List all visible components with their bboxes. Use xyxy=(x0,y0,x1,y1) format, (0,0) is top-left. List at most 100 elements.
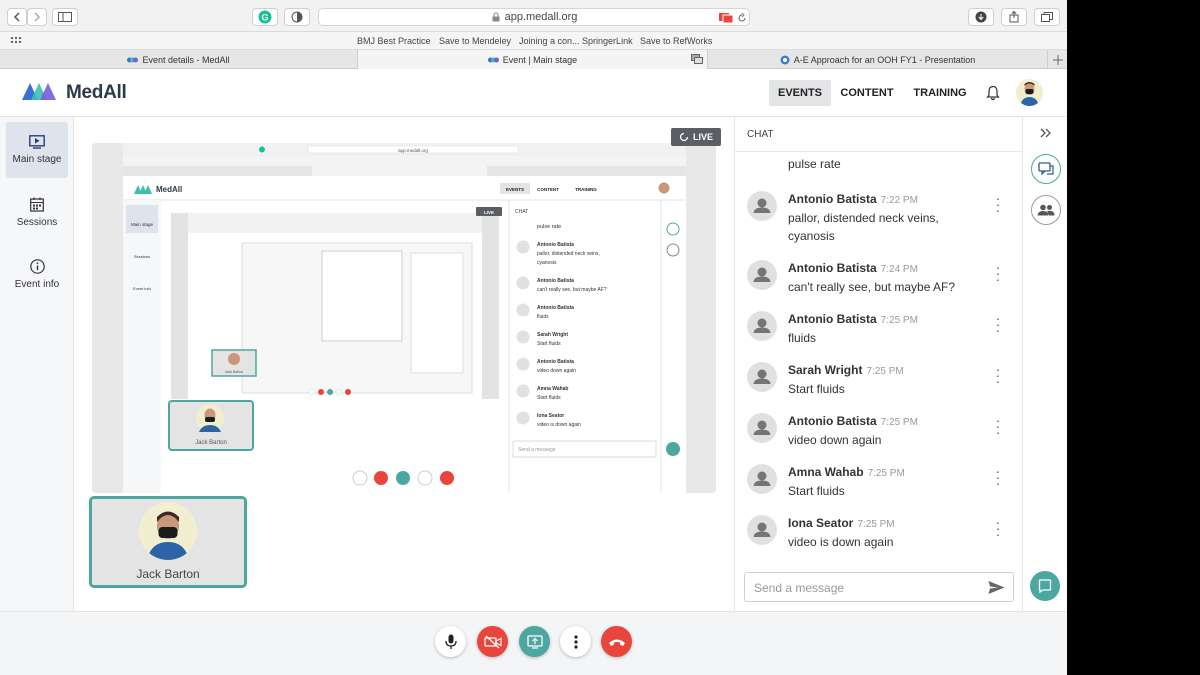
tabs-overview-button[interactable] xyxy=(1034,8,1060,26)
tab-label: Event | Main stage xyxy=(502,54,578,65)
chat-message: Iona Seator 7:25 PM video is down again ·… xyxy=(735,515,1022,567)
reload-icon[interactable] xyxy=(737,13,747,23)
user-photo-icon xyxy=(1020,82,1039,106)
forward-button[interactable] xyxy=(27,8,47,26)
svg-text:Start fluids: Start fluids xyxy=(537,395,561,401)
more-options-icon[interactable]: · · · xyxy=(993,413,1003,439)
live-badge: LIVE xyxy=(671,128,721,146)
tab-event-details[interactable]: Event details - MedAll xyxy=(0,50,358,69)
nested-live: LIVE xyxy=(484,210,494,215)
message-time: 7:22 PM xyxy=(880,195,918,206)
svg-text:pallor, distended neck veins,: pallor, distended neck veins, xyxy=(537,251,600,257)
hang-up-button[interactable] xyxy=(601,626,632,657)
svg-text:cyanosis: cyanosis xyxy=(537,260,557,266)
author-name: Amna Wahab xyxy=(788,465,864,479)
nested-chat-title: CHAT xyxy=(515,209,528,215)
presentation-favicon-icon xyxy=(780,55,790,64)
microphone-button[interactable] xyxy=(435,626,466,657)
download-icon xyxy=(975,11,987,23)
double-chevron-right-icon[interactable] xyxy=(1040,128,1052,138)
downloads-button[interactable] xyxy=(968,8,994,26)
medall-favicon-icon xyxy=(487,57,499,62)
nav-training[interactable]: TRAINING xyxy=(907,80,973,106)
grammarly-button[interactable]: G xyxy=(252,8,278,26)
screen: G app.medall.org BMJ Best Practice Save … xyxy=(0,0,1067,675)
message-time: 7:25 PM xyxy=(866,366,904,377)
chat-message: Sarah Wright 7:25 PM Start fluids · · · xyxy=(735,362,1022,414)
more-options-icon[interactable]: · · · xyxy=(993,311,1003,337)
favorite-link[interactable]: Save to RefWorks xyxy=(640,36,712,46)
screen-share-indicator-icon xyxy=(719,13,733,23)
message-time: 7:25 PM xyxy=(880,315,918,326)
chat-message-author: Antonio Batista 7:22 PM xyxy=(788,192,918,206)
participant-photo-icon xyxy=(147,511,189,560)
nested-participant: Jack Barton xyxy=(195,440,227,446)
url-text: app.medall.org xyxy=(504,11,578,23)
address-bar[interactable]: app.medall.org xyxy=(318,8,750,26)
nav-events[interactable]: EVENTS xyxy=(769,80,831,106)
sidebar-toggle-button[interactable] xyxy=(52,8,78,26)
person-icon xyxy=(747,464,777,494)
nested-side-sessions: Sessions xyxy=(134,254,150,259)
nested-partial: pulse rate xyxy=(537,224,561,230)
author-name: Iona Seator xyxy=(788,516,854,530)
participant-tile[interactable]: Jack Barton xyxy=(89,496,247,588)
user-avatar[interactable] xyxy=(1016,79,1043,106)
more-options-icon[interactable]: · · · xyxy=(993,191,1003,217)
medall-logo-text[interactable]: MedAll xyxy=(66,82,127,104)
chevron-left-icon xyxy=(13,12,20,22)
sidebar-item-main-stage[interactable]: Main stage xyxy=(6,122,68,178)
nested-nav-content: CONTENT xyxy=(537,187,559,192)
chat-message-author: Antonio Batista 7:24 PM xyxy=(788,261,918,275)
tabs-icon xyxy=(1041,12,1053,22)
share-screen-button[interactable] xyxy=(519,626,550,657)
more-options-icon[interactable]: · · · xyxy=(993,260,1003,286)
screen-share-icon xyxy=(526,634,543,649)
lock-icon xyxy=(492,12,500,22)
more-options-icon[interactable]: · · · xyxy=(993,464,1003,490)
chat-message-input[interactable]: Send a message xyxy=(744,572,1014,602)
support-chat-button[interactable] xyxy=(1030,571,1060,601)
back-button[interactable] xyxy=(7,8,27,26)
share-button[interactable] xyxy=(1001,8,1027,26)
message-square-icon xyxy=(1038,579,1052,593)
favorite-link[interactable]: BMJ Best Practice xyxy=(357,36,431,46)
info-icon xyxy=(29,258,45,274)
chat-toggle-button[interactable] xyxy=(1031,154,1061,184)
app-header: MedAll EVENTS CONTENT TRAINING xyxy=(0,69,1067,117)
sidebar-item-sessions[interactable]: Sessions xyxy=(6,184,68,240)
message-time: 7:24 PM xyxy=(880,264,918,275)
more-options-icon[interactable]: · · · xyxy=(993,515,1003,541)
more-options-icon[interactable]: · · · xyxy=(993,362,1003,388)
camera-off-button[interactable] xyxy=(477,626,508,657)
grid-icon[interactable] xyxy=(11,37,23,46)
nested-side-event-info: Event info xyxy=(133,286,152,291)
favorite-link[interactable]: Save to Mendeley xyxy=(439,36,511,46)
svg-text:Amna Wahab: Amna Wahab xyxy=(537,386,568,392)
tab-main-stage[interactable]: Event | Main stage xyxy=(358,50,708,69)
more-options-button[interactable] xyxy=(560,626,591,657)
new-tab-button[interactable] xyxy=(1048,50,1067,69)
favorite-link[interactable]: Joining a con... SpringerLink xyxy=(519,36,633,46)
participants-toggle-button[interactable] xyxy=(1031,195,1061,225)
nested-url: app.medall.org xyxy=(398,148,428,153)
shared-screen: app.medall.org MedAll EVENTS CONTENT TRA… xyxy=(92,143,716,493)
send-icon[interactable] xyxy=(988,580,1005,595)
person-icon xyxy=(747,260,777,290)
sidebar-icon xyxy=(58,12,72,22)
nested-nav-events: EVENTS xyxy=(506,187,524,192)
black-letterbox xyxy=(1067,0,1200,675)
bell-icon[interactable] xyxy=(986,85,1000,100)
chat-message-text: can't really see, but maybe AF? xyxy=(788,280,956,294)
presentation-screen-icon xyxy=(29,135,45,149)
message-time: 7:25 PM xyxy=(857,519,895,530)
tab-presentation[interactable]: A-E Approach for an OOH FY1 - Presentati… xyxy=(708,50,1048,69)
nested-logo: MedAll xyxy=(156,185,182,194)
chat-message-text: pallor, distended neck veins, cyanosis xyxy=(788,211,939,243)
chat-message-text: video down again xyxy=(788,433,882,447)
privacy-button[interactable] xyxy=(284,8,310,26)
medall-logo-icon[interactable] xyxy=(21,80,57,102)
message-time: 7:25 PM xyxy=(880,417,918,428)
sidebar-item-event-info[interactable]: Event info xyxy=(6,246,68,302)
nav-content[interactable]: CONTENT xyxy=(836,80,898,106)
